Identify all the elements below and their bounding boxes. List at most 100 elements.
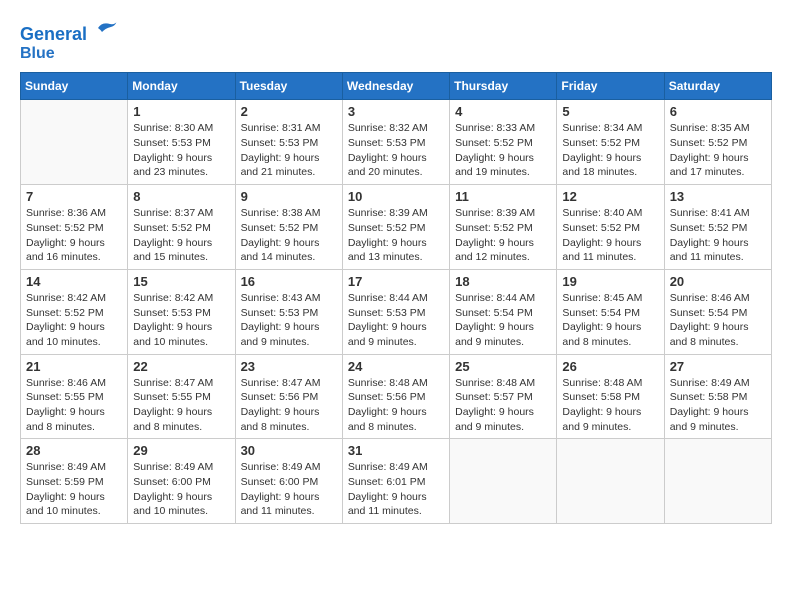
day-number: 13: [670, 189, 766, 204]
calendar-cell: 9 Sunrise: 8:38 AMSunset: 5:52 PMDaylight…: [235, 185, 342, 270]
calendar-cell: 24 Sunrise: 8:48 AMSunset: 5:56 PMDayligh…: [342, 354, 449, 439]
calendar-cell: 10 Sunrise: 8:39 AMSunset: 5:52 PMDayligh…: [342, 185, 449, 270]
day-number: 19: [562, 274, 658, 289]
day-info: Sunrise: 8:43 AMSunset: 5:53 PMDaylight:…: [241, 291, 337, 350]
day-info: Sunrise: 8:38 AMSunset: 5:52 PMDaylight:…: [241, 206, 337, 265]
day-number: 14: [26, 274, 122, 289]
day-number: 26: [562, 359, 658, 374]
calendar-cell: 17Sunrise: 8:44 AMSunset: 5:53 PMDayligh…: [342, 269, 449, 354]
day-number: 25: [455, 359, 551, 374]
day-info: Sunrise: 8:42 AMSunset: 5:53 PMDaylight:…: [133, 291, 229, 350]
day-info: Sunrise: 8:47 AMSunset: 5:55 PMDaylight:…: [133, 376, 229, 435]
day-info: Sunrise: 8:49 AMSunset: 6:00 PMDaylight:…: [241, 460, 337, 519]
calendar-cell: 15 Sunrise: 8:42 AMSunset: 5:53 PMDayligh…: [128, 269, 235, 354]
calendar-cell: [21, 100, 128, 185]
day-info: Sunrise: 8:35 AMSunset: 5:52 PMDaylight:…: [670, 121, 766, 180]
day-info: Sunrise: 8:39 AMSunset: 5:52 PMDaylight:…: [455, 206, 551, 265]
day-number: 28: [26, 443, 122, 458]
calendar-cell: 27Sunrise: 8:49 AMSunset: 5:58 PMDayligh…: [664, 354, 771, 439]
day-number: 7: [26, 189, 122, 204]
calendar-cell: 25Sunrise: 8:48 AMSunset: 5:57 PMDayligh…: [450, 354, 557, 439]
day-info: Sunrise: 8:40 AMSunset: 5:52 PMDaylight:…: [562, 206, 658, 265]
day-number: 23: [241, 359, 337, 374]
day-number: 1: [133, 104, 229, 119]
logo-text: General: [20, 20, 118, 45]
day-number: 9: [241, 189, 337, 204]
day-info: Sunrise: 8:48 AMSunset: 5:58 PMDaylight:…: [562, 376, 658, 435]
calendar-cell: 29Sunrise: 8:49 AMSunset: 6:00 PMDayligh…: [128, 439, 235, 524]
calendar-cell: 22 Sunrise: 8:47 AMSunset: 5:55 PMDayligh…: [128, 354, 235, 439]
day-number: 11: [455, 189, 551, 204]
day-info: Sunrise: 8:49 AMSunset: 6:01 PMDaylight:…: [348, 460, 444, 519]
day-info: Sunrise: 8:33 AMSunset: 5:52 PMDaylight:…: [455, 121, 551, 180]
day-number: 21: [26, 359, 122, 374]
day-info: Sunrise: 8:47 AMSunset: 5:56 PMDaylight:…: [241, 376, 337, 435]
weekday-header-monday: Monday: [128, 73, 235, 100]
calendar-cell: 28 Sunrise: 8:49 AMSunset: 5:59 PMDayligh…: [21, 439, 128, 524]
calendar-cell: 14Sunrise: 8:42 AMSunset: 5:52 PMDayligh…: [21, 269, 128, 354]
day-number: 16: [241, 274, 337, 289]
day-info: Sunrise: 8:34 AMSunset: 5:52 PMDaylight:…: [562, 121, 658, 180]
calendar-cell: 1 Sunrise: 8:30 AMSunset: 5:53 PMDaylight…: [128, 100, 235, 185]
day-info: Sunrise: 8:37 AMSunset: 5:52 PMDaylight:…: [133, 206, 229, 265]
calendar-cell: 6 Sunrise: 8:35 AMSunset: 5:52 PMDaylight…: [664, 100, 771, 185]
day-info: Sunrise: 8:32 AMSunset: 5:53 PMDaylight:…: [348, 121, 444, 180]
calendar-cell: 11 Sunrise: 8:39 AMSunset: 5:52 PMDayligh…: [450, 185, 557, 270]
day-info: Sunrise: 8:39 AMSunset: 5:52 PMDaylight:…: [348, 206, 444, 265]
calendar-cell: 13 Sunrise: 8:41 AMSunset: 5:52 PMDayligh…: [664, 185, 771, 270]
calendar-cell: 7 Sunrise: 8:36 AMSunset: 5:52 PMDaylight…: [21, 185, 128, 270]
day-info: Sunrise: 8:44 AMSunset: 5:53 PMDaylight:…: [348, 291, 444, 350]
day-number: 12: [562, 189, 658, 204]
day-info: Sunrise: 8:30 AMSunset: 5:53 PMDaylight:…: [133, 121, 229, 180]
logo-blue: Blue: [20, 45, 118, 63]
weekday-header-friday: Friday: [557, 73, 664, 100]
day-number: 2: [241, 104, 337, 119]
day-info: Sunrise: 8:46 AMSunset: 5:54 PMDaylight:…: [670, 291, 766, 350]
day-number: 4: [455, 104, 551, 119]
calendar-cell: 3 Sunrise: 8:32 AMSunset: 5:53 PMDaylight…: [342, 100, 449, 185]
calendar-cell: 20 Sunrise: 8:46 AMSunset: 5:54 PMDayligh…: [664, 269, 771, 354]
day-info: Sunrise: 8:31 AMSunset: 5:53 PMDaylight:…: [241, 121, 337, 180]
calendar-cell: 31 Sunrise: 8:49 AMSunset: 6:01 PMDayligh…: [342, 439, 449, 524]
day-number: 8: [133, 189, 229, 204]
day-number: 3: [348, 104, 444, 119]
calendar-cell: 18 Sunrise: 8:44 AMSunset: 5:54 PMDayligh…: [450, 269, 557, 354]
day-number: 22: [133, 359, 229, 374]
calendar-cell: 23 Sunrise: 8:47 AMSunset: 5:56 PMDayligh…: [235, 354, 342, 439]
calendar-cell: 19 Sunrise: 8:45 AMSunset: 5:54 PMDayligh…: [557, 269, 664, 354]
calendar-cell: 21 Sunrise: 8:46 AMSunset: 5:55 PMDayligh…: [21, 354, 128, 439]
calendar-cell: [557, 439, 664, 524]
weekday-header-wednesday: Wednesday: [342, 73, 449, 100]
day-number: 27: [670, 359, 766, 374]
day-number: 24: [348, 359, 444, 374]
calendar-cell: 4 Sunrise: 8:33 AMSunset: 5:52 PMDaylight…: [450, 100, 557, 185]
logo-bird-icon: [94, 18, 118, 38]
day-number: 20: [670, 274, 766, 289]
day-info: Sunrise: 8:48 AMSunset: 5:56 PMDaylight:…: [348, 376, 444, 435]
logo-general: General: [20, 24, 87, 44]
calendar-cell: 26 Sunrise: 8:48 AMSunset: 5:58 PMDayligh…: [557, 354, 664, 439]
day-info: Sunrise: 8:49 AMSunset: 6:00 PMDaylight:…: [133, 460, 229, 519]
day-number: 10: [348, 189, 444, 204]
day-number: 15: [133, 274, 229, 289]
day-number: 30: [241, 443, 337, 458]
day-number: 31: [348, 443, 444, 458]
day-info: Sunrise: 8:41 AMSunset: 5:52 PMDaylight:…: [670, 206, 766, 265]
logo: General Blue: [20, 20, 118, 62]
day-info: Sunrise: 8:36 AMSunset: 5:52 PMDaylight:…: [26, 206, 122, 265]
day-number: 18: [455, 274, 551, 289]
calendar-cell: 12 Sunrise: 8:40 AMSunset: 5:52 PMDayligh…: [557, 185, 664, 270]
weekday-header-tuesday: Tuesday: [235, 73, 342, 100]
day-info: Sunrise: 8:49 AMSunset: 5:59 PMDaylight:…: [26, 460, 122, 519]
weekday-header-saturday: Saturday: [664, 73, 771, 100]
calendar-cell: 30 Sunrise: 8:49 AMSunset: 6:00 PMDayligh…: [235, 439, 342, 524]
day-info: Sunrise: 8:46 AMSunset: 5:55 PMDaylight:…: [26, 376, 122, 435]
day-number: 6: [670, 104, 766, 119]
calendar-cell: 16 Sunrise: 8:43 AMSunset: 5:53 PMDayligh…: [235, 269, 342, 354]
day-info: Sunrise: 8:44 AMSunset: 5:54 PMDaylight:…: [455, 291, 551, 350]
weekday-header-sunday: Sunday: [21, 73, 128, 100]
calendar-cell: 2 Sunrise: 8:31 AMSunset: 5:53 PMDaylight…: [235, 100, 342, 185]
calendar-cell: [664, 439, 771, 524]
day-info: Sunrise: 8:45 AMSunset: 5:54 PMDaylight:…: [562, 291, 658, 350]
calendar-table: SundayMondayTuesdayWednesdayThursdayFrid…: [20, 72, 772, 524]
